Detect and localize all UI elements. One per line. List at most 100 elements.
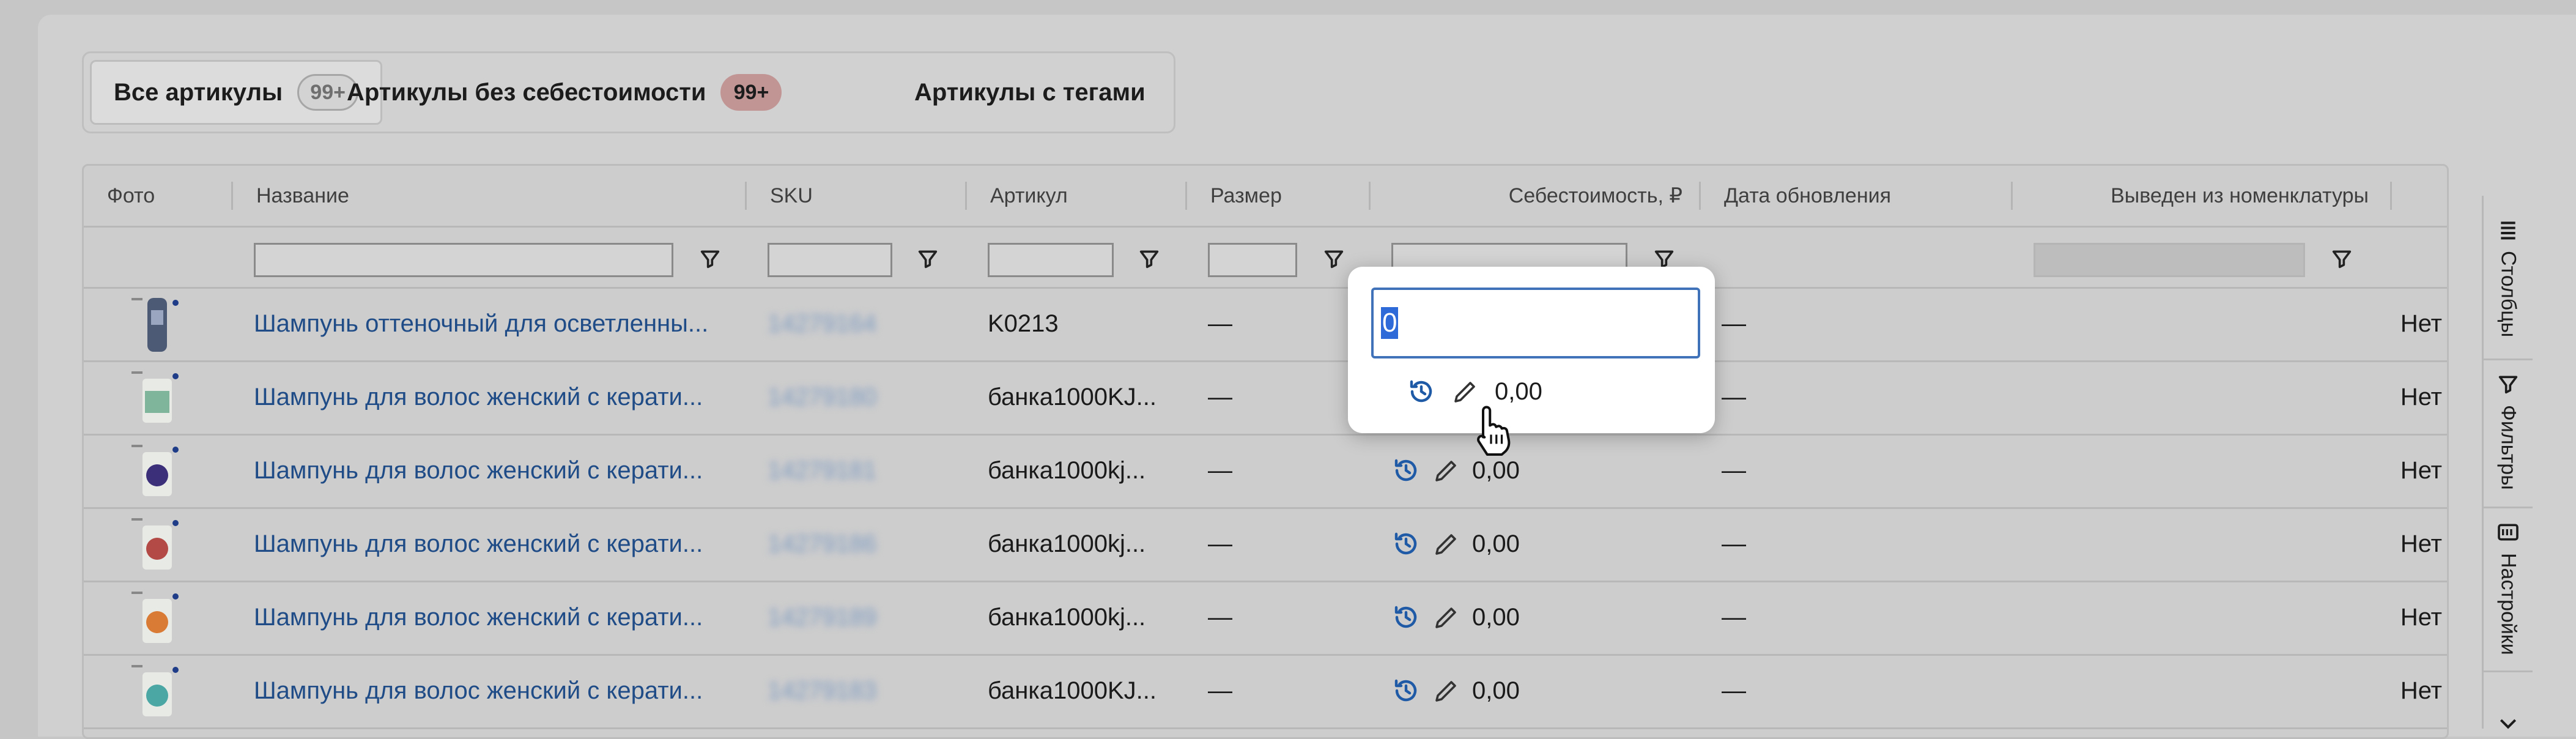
tab-articles-without-cost[interactable]: Артикулы без себестоимости 99+ [347,53,782,132]
table-row[interactable]: Шампунь для волос женский с керати... 14… [84,360,2447,436]
table-row[interactable]: Шампунь для волос женский с керати... 14… [84,434,2447,509]
sku-link[interactable]: 14279164 [768,287,951,360]
filter-icon[interactable] [2330,247,2354,271]
product-name-link[interactable]: Шампунь оттеночный для осветленны... [254,287,737,360]
edit-pencil-icon[interactable] [1432,603,1461,632]
size-value: — [1208,677,1232,704]
table-row[interactable]: Шампунь оттеночный для осветленны... 142… [84,287,2447,362]
column-header-excluded[interactable]: Выведен из номенклатуры [2013,166,2392,226]
article-value: банка1000kj... [988,456,1146,484]
cost-value[interactable]: 0,00 [1472,677,1520,705]
cost-cell: 0,00 [1391,654,1636,727]
sku-link[interactable]: 14279181 [768,434,951,507]
sku-link[interactable]: 14279180 [768,360,951,434]
filter-icon[interactable] [1322,247,1346,271]
excluded-filter-input[interactable] [2034,243,2305,277]
update-date-value: — [1722,383,1746,410]
cost-value[interactable]: 0,00 [1495,378,1542,406]
size-value: — [1208,456,1232,484]
sku-link[interactable]: 14279189 [768,581,951,654]
column-header-article[interactable]: Артикул [967,166,1187,226]
edit-pencil-icon[interactable] [1432,529,1461,559]
product-thumbnail [131,371,179,423]
tab-label: Все артикулы [114,78,283,106]
filter-icon[interactable] [916,247,940,271]
product-name-link[interactable]: Шампунь для волос женский с керати... [254,360,737,434]
column-header-photo[interactable]: Фото [84,166,233,226]
history-icon[interactable] [1391,456,1421,485]
history-icon[interactable] [1391,529,1421,559]
cost-edit-popup: 0 0,00 [1348,267,1715,433]
sku-link[interactable]: 14279183 [768,654,951,727]
cost-cell: 0,00 [1391,581,1636,654]
excluded-value: Нет [2400,456,2442,484]
article-filter-input[interactable] [988,243,1114,277]
product-name-link[interactable]: Шампунь для волос женский с керати... [254,654,737,727]
sku-link[interactable]: 14279186 [768,507,951,581]
product-thumbnail [131,665,179,716]
excluded-value: Нет [2400,677,2442,704]
filter-row [84,226,2447,289]
history-icon[interactable] [1391,676,1421,705]
cost-edit-row: 0,00 [1407,377,1542,406]
cost-edit-input[interactable]: 0 [1371,288,1700,358]
article-value: K0213 [988,310,1059,337]
table-row[interactable]: Шампунь для волос женский с керати... 14… [84,654,2447,729]
excluded-value: Нет [2400,530,2442,557]
product-thumbnail [131,298,179,352]
tab-all-articles[interactable]: Все артикулы 99+ [90,60,383,125]
product-thumbnail [131,592,179,643]
history-icon[interactable] [1391,603,1421,632]
size-filter-input[interactable] [1208,243,1297,277]
column-header-name[interactable]: Название [233,166,747,226]
excluded-value: Нет [2400,310,2442,337]
update-date-value: — [1722,310,1746,337]
table-row[interactable]: Шампунь для волос женский с керати... 14… [84,581,2447,656]
history-icon[interactable] [1407,377,1436,406]
size-value: — [1208,383,1232,410]
cost-input-value[interactable]: 0 [1381,307,1399,339]
cost-cell: 0,00 [1391,507,1636,581]
column-header-cost[interactable]: Себестоимость, ₽ [1371,166,1701,226]
table-row[interactable]: Шампунь для волос женский с керати... 14… [84,507,2447,582]
filters-button[interactable]: Фильтры [2484,358,2533,508]
filter-icon[interactable] [1137,247,1161,271]
sidebar-label: Столбцы [2496,251,2520,338]
edit-pencil-icon[interactable] [1432,456,1461,485]
filter-icon [2498,376,2518,394]
size-value: — [1208,530,1232,557]
excluded-value: Нет [2400,603,2442,631]
product-name-link[interactable]: Шампунь для волос женский с керати... [254,507,737,581]
columns-button[interactable]: Столбцы [2484,209,2533,360]
cost-value[interactable]: 0,00 [1472,530,1520,558]
sidebar-label: Настройки [2496,553,2520,655]
excluded-value: Нет [2400,383,2442,410]
product-thumbnail [131,445,179,496]
cost-value[interactable]: 0,00 [1472,457,1520,485]
column-header-size[interactable]: Размер [1187,166,1371,226]
right-sidebar: Столбцы Фильтры Настройки [2482,196,2533,729]
settings-button[interactable]: Настройки [2484,507,2533,672]
article-value: банка1000KJ... [988,383,1157,410]
update-date-value: — [1722,456,1746,484]
size-value: — [1208,310,1232,337]
edit-pencil-icon[interactable] [1451,377,1480,406]
table-header: Фото Название SKU Артикул Размер Себесто… [84,166,2447,228]
article-value: банка1000kj... [988,603,1146,631]
hand-pointer-cursor-icon [1477,406,1511,456]
tab-articles-with-tags[interactable]: Артикулы с тегами [914,53,1146,132]
settings-icon [2498,524,2519,541]
article-value: банка1000kj... [988,530,1146,557]
chevron-down-icon[interactable] [2496,711,2520,735]
filter-icon[interactable] [698,247,722,271]
update-date-value: — [1722,530,1746,557]
product-name-link[interactable]: Шампунь для волос женский с керати... [254,581,737,654]
product-name-link[interactable]: Шампунь для волос женский с керати... [254,434,737,507]
cost-value[interactable]: 0,00 [1472,604,1520,631]
articles-table: Фото Название SKU Артикул Размер Себесто… [82,164,2449,739]
name-filter-input[interactable] [254,243,673,277]
sku-filter-input[interactable] [768,243,892,277]
edit-pencil-icon[interactable] [1432,676,1461,705]
column-header-update-date[interactable]: Дата обновления [1701,166,2013,226]
column-header-sku[interactable]: SKU [747,166,967,226]
